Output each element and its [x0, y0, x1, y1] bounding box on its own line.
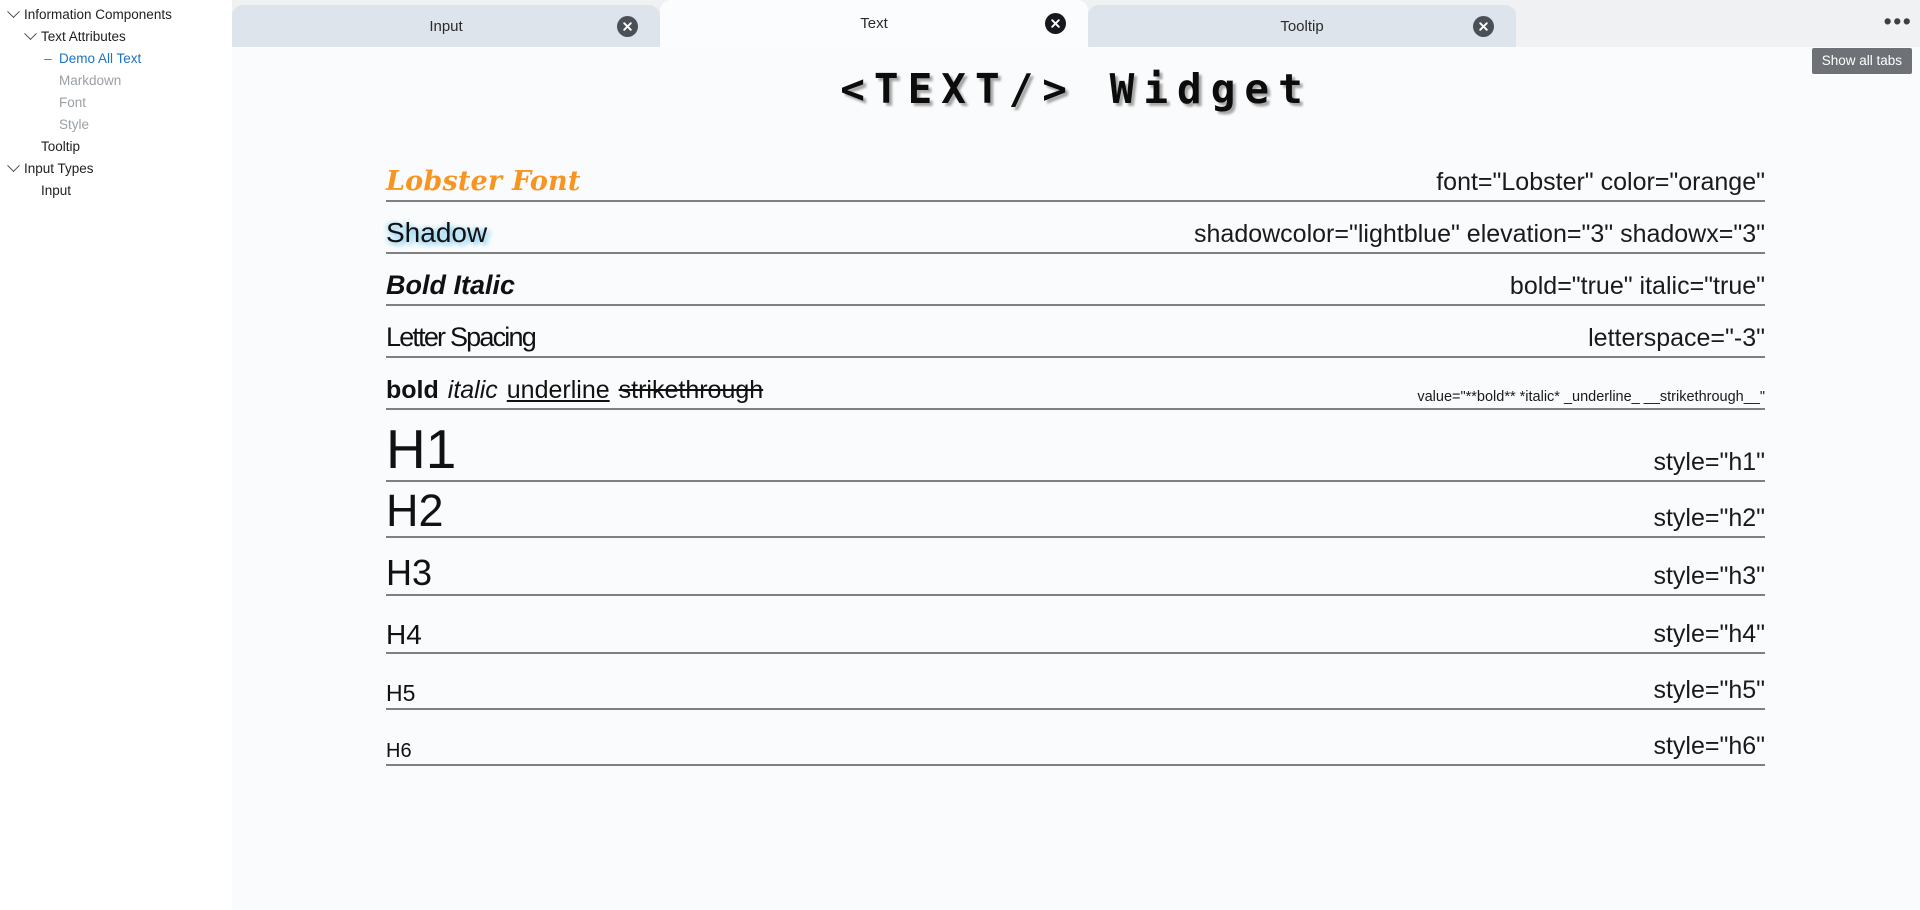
app-root: Information Components Text Attributes –…	[0, 0, 1920, 910]
sample-h4: H4	[386, 621, 422, 649]
chevron-down-icon[interactable]	[6, 161, 20, 176]
sample-h1: H1	[386, 422, 456, 477]
tab-label: Input	[429, 18, 462, 35]
attr-h3: style="h3"	[1653, 562, 1765, 591]
dash-icon: –	[41, 52, 55, 65]
sidebar-item-label: Style	[55, 117, 89, 132]
sidebar-tree: Information Components Text Attributes –…	[0, 0, 232, 910]
attr-bold-italic: bold="true" italic="true"	[1510, 272, 1765, 301]
sample-letter-spacing: Letter Spacing	[386, 322, 535, 353]
sidebar-item-label: Information Components	[20, 7, 172, 22]
sidebar-item-label: Tooltip	[37, 139, 80, 154]
markdown-italic: italic	[448, 376, 498, 404]
attr-h4: style="h4"	[1653, 620, 1765, 649]
markdown-underline: underline	[507, 376, 610, 404]
attr-h2: style="h2"	[1653, 504, 1765, 533]
close-icon[interactable]	[617, 16, 638, 37]
sidebar-item-label: Demo All Text	[55, 51, 141, 66]
sample-markdown: bold italic underline strikethrough	[386, 376, 772, 405]
attr-h5: style="h5"	[1653, 676, 1765, 705]
sidebar-item-font[interactable]: Font	[0, 91, 232, 113]
attr-lobster-font: font="Lobster" color="orange"	[1436, 168, 1765, 197]
show-all-tabs-button[interactable]: •••	[1876, 0, 1920, 47]
tab-text[interactable]: Text	[660, 0, 1088, 47]
close-icon[interactable]	[1473, 16, 1494, 37]
sidebar-item-label: Input	[37, 183, 71, 198]
tab-tooltip[interactable]: Tooltip	[1088, 5, 1516, 47]
sidebar-item-input-types[interactable]: Input Types	[0, 157, 232, 179]
table-row: bold italic underline strikethrough value="…	[386, 358, 1765, 410]
table-row: H6 style="h6"	[386, 710, 1765, 766]
sample-h6: H6	[386, 741, 412, 761]
table-row: Shadow shadowcolor="lightblue" elevation…	[386, 202, 1765, 254]
attr-h1: style="h1"	[1653, 448, 1765, 477]
sidebar-item-input[interactable]: Input	[0, 179, 232, 201]
table-row: H5 style="h5"	[386, 654, 1765, 710]
sample-shadow: Shadow	[386, 217, 487, 249]
table-row: H4 style="h4"	[386, 596, 1765, 654]
chevron-down-icon[interactable]	[23, 29, 37, 44]
table-row: Lobster Font font="Lobster" color="orang…	[386, 150, 1765, 202]
sidebar-item-label: Markdown	[55, 73, 121, 88]
tab-input[interactable]: Input	[232, 5, 660, 47]
markdown-bold: bold	[386, 376, 439, 404]
show-all-tabs-tooltip: Show all tabs	[1812, 48, 1912, 74]
table-row: H1 style="h1"	[386, 420, 1765, 482]
sidebar-item-label: Text Attributes	[37, 29, 126, 44]
sample-h2: H2	[386, 488, 444, 533]
chevron-down-icon[interactable]	[6, 7, 20, 22]
sidebar-item-label: Input Types	[20, 161, 94, 176]
table-row: H3 style="h3"	[386, 538, 1765, 596]
sidebar-item-tooltip[interactable]: Tooltip	[0, 135, 232, 157]
sidebar-item-label: Font	[55, 95, 86, 110]
markdown-strikethrough: strikethrough	[619, 376, 764, 404]
tab-label: Text	[860, 15, 888, 32]
sidebar-item-style[interactable]: Style	[0, 113, 232, 135]
attr-letter-spacing: letterspace="-3"	[1588, 324, 1765, 353]
attr-shadow: shadowcolor="lightblue" elevation="3" sh…	[1194, 220, 1765, 249]
widget-content: <TEXT/> Widget Lobster Font font="Lobste…	[232, 47, 1920, 910]
attribute-row-list: Lobster Font font="Lobster" color="orang…	[232, 135, 1920, 766]
sidebar-item-information-components[interactable]: Information Components	[0, 3, 232, 25]
tab-label: Tooltip	[1280, 18, 1323, 35]
sample-lobster-font: Lobster Font	[386, 166, 581, 197]
sample-h5: H5	[386, 682, 415, 705]
tab-bar: Input Text Tooltip •••	[232, 0, 1920, 47]
attr-h6: style="h6"	[1653, 732, 1765, 761]
sidebar-item-markdown[interactable]: Markdown	[0, 69, 232, 91]
table-row: Letter Spacing letterspace="-3"	[386, 306, 1765, 358]
attr-markdown: value="**bold** *italic* _underline_ __s…	[1417, 389, 1765, 405]
sample-bold-italic: Bold Italic	[386, 270, 515, 301]
close-icon[interactable]	[1045, 13, 1066, 34]
page-title: <TEXT/> Widget	[232, 65, 1920, 113]
sample-h3: H3	[386, 555, 432, 591]
main-pane: Input Text Tooltip ••• Show	[232, 0, 1920, 910]
table-row: H2 style="h2"	[386, 482, 1765, 538]
table-row: Bold Italic bold="true" italic="true"	[386, 254, 1765, 306]
sidebar-item-text-attributes[interactable]: Text Attributes	[0, 25, 232, 47]
sidebar-item-demo-all-text[interactable]: – Demo All Text	[0, 47, 232, 69]
